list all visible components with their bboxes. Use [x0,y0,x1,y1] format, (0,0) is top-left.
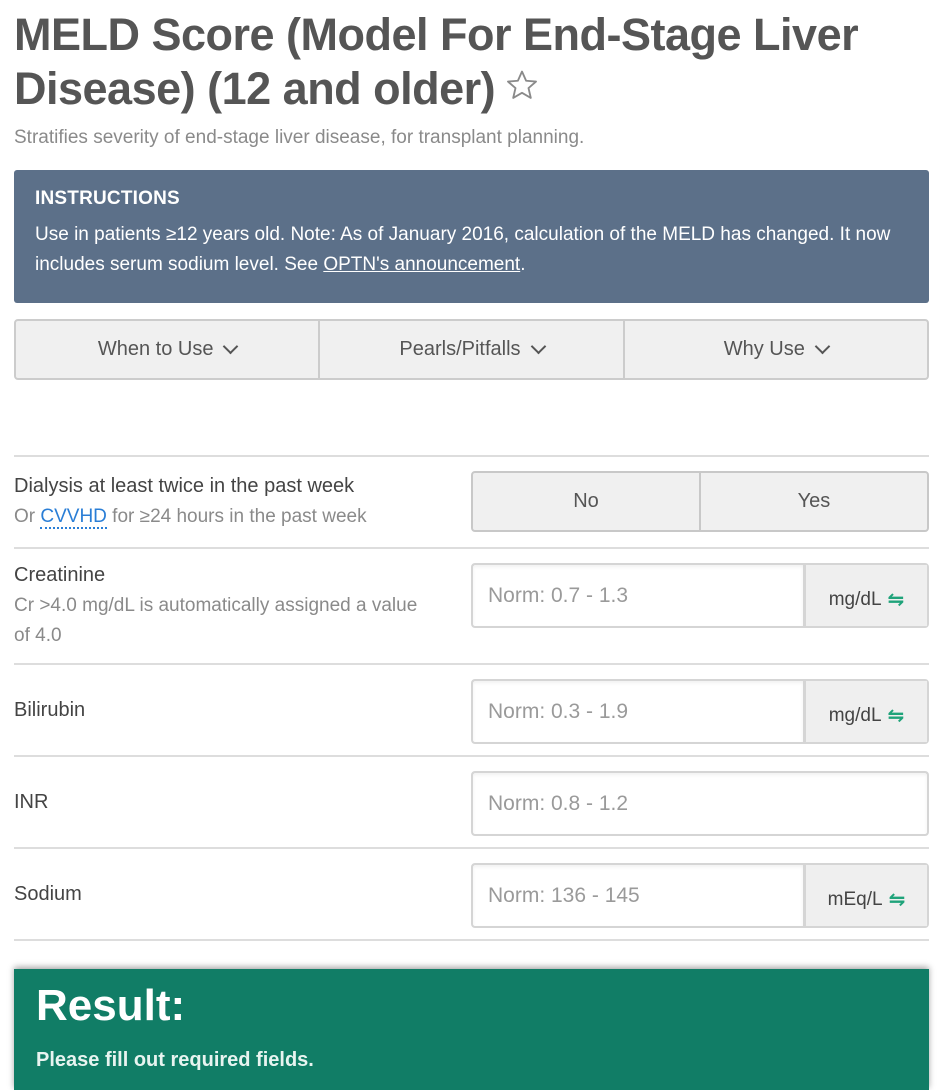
creatinine-row: Creatinine Cr >4.0 mg/dL is automaticall… [14,547,929,664]
creatinine-unit-toggle[interactable]: mg/dL ⇋ [803,565,927,626]
creatinine-label: Creatinine [14,564,106,586]
dialysis-toggle: No Yes [471,471,929,532]
tab-label: Pearls/Pitfalls [399,338,521,360]
sodium-input-group: mEq/L⇋ [471,863,929,928]
bilirubin-row: Bilirubin mg/dL⇋ [14,663,929,756]
result-message: Please fill out required fields. [36,1049,314,1071]
inr-input-group [471,771,929,836]
swap-units-icon: ⇋ [888,889,906,911]
dialysis-sub-suffix: for ≥24 hours in the past week [106,506,367,527]
chevron-down-icon [530,338,546,355]
dialysis-sub-prefix: Or [14,506,41,527]
bilirubin-label: Bilirubin [14,699,86,721]
result-panel: Result: Please fill out required fields. [14,969,929,1090]
cvvhd-tooltip-link[interactable]: CVVHD [40,506,107,529]
bilirubin-input-group: mg/dL⇋ [471,679,929,744]
dialysis-no-option[interactable]: No [473,473,701,530]
creatinine-sublabel: Cr >4.0 mg/dL is automatically assigned … [14,595,418,646]
tab-label: Why Use [723,338,805,360]
dialysis-label: Dialysis at least twice in the past week [14,475,355,497]
swap-units-icon: ⇋ [887,705,905,727]
instructions-text-after: . [520,254,526,275]
creatinine-input[interactable] [473,565,803,626]
tab-pearls-pitfalls[interactable]: Pearls/Pitfalls [320,321,625,378]
inr-input[interactable] [473,773,927,834]
chevron-down-icon [223,338,239,355]
sodium-row: Sodium mEq/L⇋ [14,847,929,940]
unit-label: mEq/L [827,888,883,910]
chevron-down-icon [814,338,831,355]
tab-when-to-use[interactable]: When to Use [16,321,321,378]
creatinine-input-group: mg/dL⇋ [471,563,929,628]
sodium-input[interactable] [473,865,803,926]
star-outline-icon[interactable] [505,68,539,102]
unit-label: mg/dL [828,588,882,610]
unit-label: mg/dL [828,704,882,726]
instructions-panel: INSTRUCTIONS Use in patients ≥12 years o… [14,170,929,303]
divider [14,939,929,941]
page-subtitle: Stratifies severity of end-stage liver d… [14,127,585,148]
sodium-unit-toggle[interactable]: mEq/L ⇋ [803,865,927,926]
tab-why-use[interactable]: Why Use [625,321,927,378]
swap-units-icon: ⇋ [887,589,905,611]
dialysis-sublabel: Or CVVHD for ≥24 hours in the past week [14,502,367,532]
dialysis-yes-option[interactable]: Yes [701,473,927,530]
instructions-heading: INSTRUCTIONS [35,188,180,209]
sodium-label: Sodium [14,883,82,905]
inr-row: INR [14,755,929,848]
page-title: MELD Score (Model For End-Stage Liver Di… [14,8,914,116]
inr-label: INR [14,791,49,813]
tab-label: When to Use [97,338,214,360]
page-title-text: MELD Score (Model For End-Stage Liver Di… [14,9,859,114]
dialysis-row: Dialysis at least twice in the past week… [14,455,929,548]
info-tabs: When to Use Pearls/Pitfalls Why Use [14,319,929,380]
optn-announcement-link[interactable]: OPTN's announcement [323,254,520,275]
bilirubin-unit-toggle[interactable]: mg/dL ⇋ [803,681,927,742]
bilirubin-input[interactable] [473,681,803,742]
instructions-text: Use in patients ≥12 years old. Note: As … [35,220,908,280]
result-heading: Result: [36,981,186,1030]
